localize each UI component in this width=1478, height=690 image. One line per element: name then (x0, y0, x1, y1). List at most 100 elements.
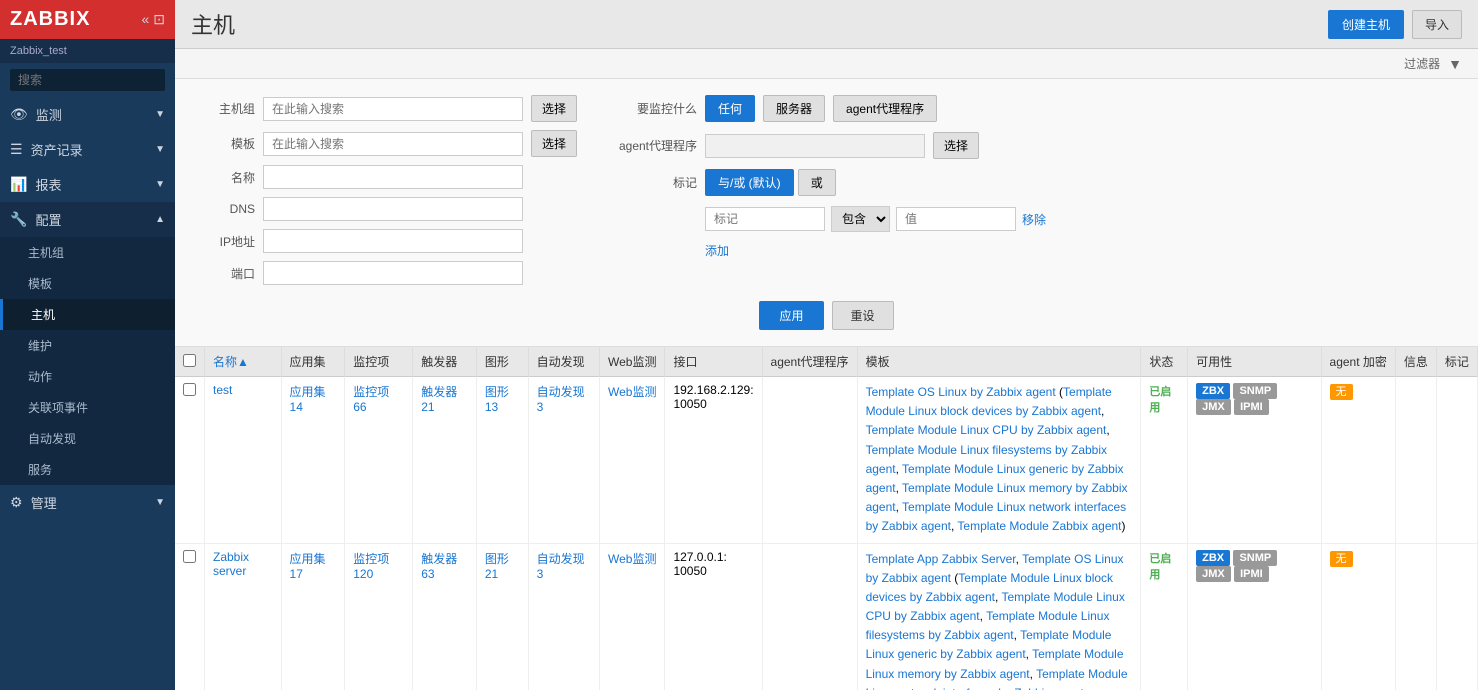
discovery-link[interactable]: 自动发现 3 (537, 552, 585, 581)
snmp-badge: SNMP (1233, 550, 1277, 566)
tags-label: 标记 (617, 174, 697, 191)
sidebar-item-hostgroups[interactable]: 主机组 (0, 237, 175, 268)
hostgroup-input[interactable] (263, 97, 523, 121)
chevron-icon: ▼ (155, 179, 165, 190)
host-name-link[interactable]: Zabbix server (213, 550, 249, 578)
filter-right-col: 要监控什么 任何 服务器 agent代理程序 agent代理程序 选择 标记 与… (617, 95, 1458, 259)
assets-icon: ☰ (10, 141, 23, 158)
sidebar: ZABBIX « ⊡ Zabbix_test 👁 监测 ▼ ☰ 资产记录 ▼ 📊… (0, 0, 175, 690)
template-input[interactable] (263, 132, 523, 156)
sidebar-item-services[interactable]: 服务 (0, 454, 175, 485)
items-link[interactable]: 监控项 120 (353, 552, 389, 581)
admin-icon: ⚙ (10, 494, 23, 511)
info-cell (1395, 377, 1436, 544)
select-all-checkbox[interactable] (183, 354, 196, 367)
tag-remove-link[interactable]: 移除 (1022, 211, 1046, 228)
sidebar-logo: ZABBIX (10, 8, 90, 31)
items-link[interactable]: 监控项 66 (353, 385, 389, 414)
apply-button[interactable]: 应用 (759, 301, 823, 330)
th-checkbox (175, 347, 205, 377)
tag-value-input[interactable] (896, 207, 1016, 231)
template-link[interactable]: Template OS Linux by Zabbix agent (866, 385, 1056, 399)
monitor-any-button[interactable]: 任何 (705, 95, 755, 122)
tag-op-select[interactable]: 包含等于 (831, 206, 890, 232)
sidebar-item-maintenance[interactable]: 维护 (0, 330, 175, 361)
agent-input[interactable] (705, 134, 925, 158)
config-icon: 🔧 (10, 211, 27, 228)
filter-label: 过滤器 (1404, 55, 1440, 72)
tag-andor-button[interactable]: 与/或 (默认) (705, 169, 794, 196)
chevron-icon: ▼ (155, 497, 165, 508)
host-name-link[interactable]: test (213, 383, 232, 397)
sidebar-item-discovery[interactable]: 自动发现 (0, 423, 175, 454)
web-link[interactable]: Web监测 (608, 385, 656, 399)
discovery-cell: 自动发现 3 (528, 543, 599, 690)
host-name-cell: test (205, 377, 282, 544)
th-items: 监控项 (345, 347, 413, 377)
tag-name-input[interactable] (705, 207, 825, 231)
ipmi-badge: IPMI (1234, 566, 1269, 582)
sidebar-item-correvents[interactable]: 关联项事件 (0, 392, 175, 423)
chevron-icon: ▼ (155, 109, 165, 120)
port-input[interactable] (263, 261, 523, 285)
row-checkbox-cell (175, 377, 205, 544)
template-select-button[interactable]: 选择 (531, 130, 577, 157)
apps-link[interactable]: 应用集 17 (290, 552, 326, 581)
graphs-link[interactable]: 图形 13 (485, 385, 509, 414)
sidebar-item-assets[interactable]: ☰ 资产记录 ▼ (0, 132, 175, 167)
discovery-cell: 自动发现 3 (528, 377, 599, 544)
row-checkbox[interactable] (183, 383, 196, 396)
dns-field: DNS (195, 197, 577, 221)
web-cell: Web监测 (599, 377, 664, 544)
expand-icon[interactable]: ⊡ (153, 11, 165, 28)
filter-icon[interactable]: ▼ (1448, 56, 1462, 72)
th-apps: 应用集 (281, 347, 345, 377)
encrypt-cell: 无 (1321, 543, 1395, 690)
triggers-link[interactable]: 触发器 63 (421, 552, 457, 581)
sidebar-item-actions[interactable]: 动作 (0, 361, 175, 392)
tag-or-button[interactable]: 或 (798, 169, 836, 196)
import-button[interactable]: 导入 (1412, 10, 1462, 39)
reset-button[interactable]: 重设 (832, 301, 894, 330)
triggers-link[interactable]: 触发器 21 (421, 385, 457, 414)
sidebar-item-hosts[interactable]: 主机 (0, 299, 175, 330)
sidebar-item-reports[interactable]: 📊 报表 ▼ (0, 167, 175, 202)
hostgroup-field: 主机组 选择 (195, 95, 577, 122)
graphs-link[interactable]: 图形 21 (485, 552, 509, 581)
ip-input[interactable] (263, 229, 523, 253)
sort-name-link[interactable]: 名称▲ (213, 355, 249, 369)
monitor-server-button[interactable]: 服务器 (763, 95, 825, 122)
chevron-icon: ▼ (155, 144, 165, 155)
search-input[interactable] (10, 69, 165, 91)
web-link[interactable]: Web监测 (608, 552, 656, 566)
dns-input[interactable] (263, 197, 523, 221)
agent-label: agent代理程序 (617, 137, 697, 154)
th-name[interactable]: 名称▲ (205, 347, 282, 377)
create-host-button[interactable]: 创建主机 (1328, 10, 1404, 39)
apps-link[interactable]: 应用集 14 (290, 385, 326, 414)
topbar-actions: 创建主机 导入 (1328, 10, 1462, 39)
sidebar-item-admin[interactable]: ⚙ 管理 ▼ (0, 485, 175, 520)
graphs-cell: 图形 13 (476, 377, 528, 544)
discovery-link[interactable]: 自动发现 3 (537, 385, 585, 414)
row-checkbox-cell (175, 543, 205, 690)
tags-row: 标记 与/或 (默认) 或 (617, 169, 1458, 196)
monitor-agent-button[interactable]: agent代理程序 (833, 95, 937, 122)
template-link[interactable]: Template App Zabbix Server (866, 552, 1016, 566)
th-discovery: 自动发现 (528, 347, 599, 377)
row-checkbox[interactable] (183, 550, 196, 563)
zbx-badge: ZBX (1196, 550, 1230, 566)
snmp-badge: SNMP (1233, 383, 1277, 399)
hostgroup-select-button[interactable]: 选择 (531, 95, 577, 122)
agent-select-button[interactable]: 选择 (933, 132, 979, 159)
name-input[interactable] (263, 165, 523, 189)
table-row: test 应用集 14 监控项 66 触发器 21 图形 13 自动发现 3 W… (175, 377, 1478, 544)
sidebar-item-config[interactable]: 🔧 配置 ▲ (0, 202, 175, 237)
tag-add-link[interactable]: 添加 (705, 244, 729, 258)
sidebar-item-monitor[interactable]: 👁 监测 ▼ (0, 97, 175, 132)
sidebar-search-container (0, 63, 175, 97)
status-badge: 已启用 (1149, 386, 1171, 414)
items-cell: 监控项 66 (345, 377, 413, 544)
sidebar-item-templates[interactable]: 模板 (0, 268, 175, 299)
collapse-icon[interactable]: « (141, 11, 149, 28)
